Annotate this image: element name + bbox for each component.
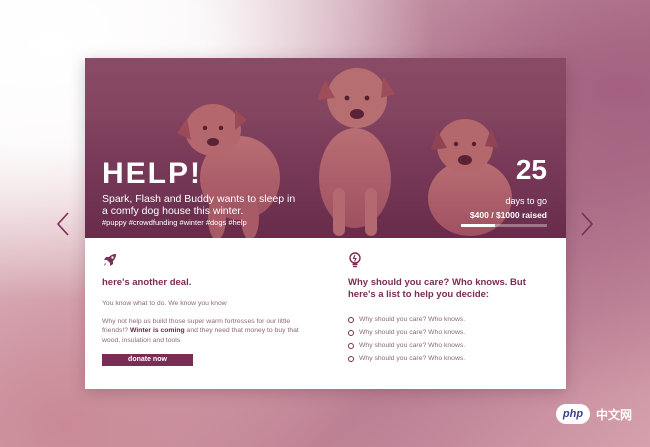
days-label: days to go <box>505 196 547 206</box>
list-item: Why should you care? Who knows. <box>348 352 553 365</box>
site-watermark: php 中文网 <box>556 403 638 425</box>
hero-title: HELP! <box>102 157 202 190</box>
funding-progress-bar <box>461 224 547 227</box>
reason-text: Why should you care? Who knows. <box>359 342 466 349</box>
campaign-card: HELP! Spark, Flash and Buddy wants to sl… <box>85 58 566 389</box>
prev-slide-button[interactable] <box>56 212 70 236</box>
list-item: Why should you care? Who knows. <box>348 313 553 326</box>
deal-body: Why not help us build those super warm f… <box>102 317 307 346</box>
chevron-left-icon <box>56 212 69 236</box>
list-item: Why should you care? Who knows. <box>348 339 553 352</box>
deal-heading: here's another deal. <box>102 277 192 288</box>
hero-tags: #puppy #crowdfunding #winter #dogs #help <box>102 218 247 227</box>
reasons-section: Why should you care? Who knows. But here… <box>348 252 553 365</box>
deal-section: here's another deal. You know what to do… <box>102 252 307 366</box>
reason-text: Why should you care? Who knows. <box>359 316 466 323</box>
amount-raised: $400 / $1000 raised <box>469 210 547 220</box>
reasons-heading: Why should you care? Who knows. But here… <box>348 277 526 300</box>
lightbulb-icon <box>349 252 361 268</box>
bullet-icon <box>348 316 354 323</box>
donate-button[interactable]: donate now <box>102 354 193 366</box>
watermark-text: 中文网 <box>596 407 633 422</box>
deal-intro: You know what to do. We know you know <box>102 300 227 307</box>
reasons-list: Why should you care? Who knows. Why shou… <box>348 313 553 365</box>
funding-progress-fill <box>461 224 496 227</box>
watermark-logo: php <box>556 404 590 424</box>
bullet-icon <box>348 342 354 349</box>
chevron-right-icon <box>581 212 594 236</box>
rocket-icon <box>104 254 116 266</box>
days-count: 25 <box>515 154 547 185</box>
list-item: Why should you care? Who knows. <box>348 326 553 339</box>
hero-subtitle: Spark, Flash and Buddy wants to sleep in… <box>102 193 296 217</box>
bullet-icon <box>348 355 354 362</box>
deal-body-emphasis: Winter is coming <box>129 327 185 334</box>
bullet-icon <box>348 329 354 336</box>
reason-text: Why should you care? Who knows. <box>359 355 466 362</box>
hero-banner: HELP! Spark, Flash and Buddy wants to sl… <box>85 58 566 238</box>
next-slide-button[interactable] <box>580 212 594 236</box>
reason-text: Why should you care? Who knows. <box>359 329 466 336</box>
